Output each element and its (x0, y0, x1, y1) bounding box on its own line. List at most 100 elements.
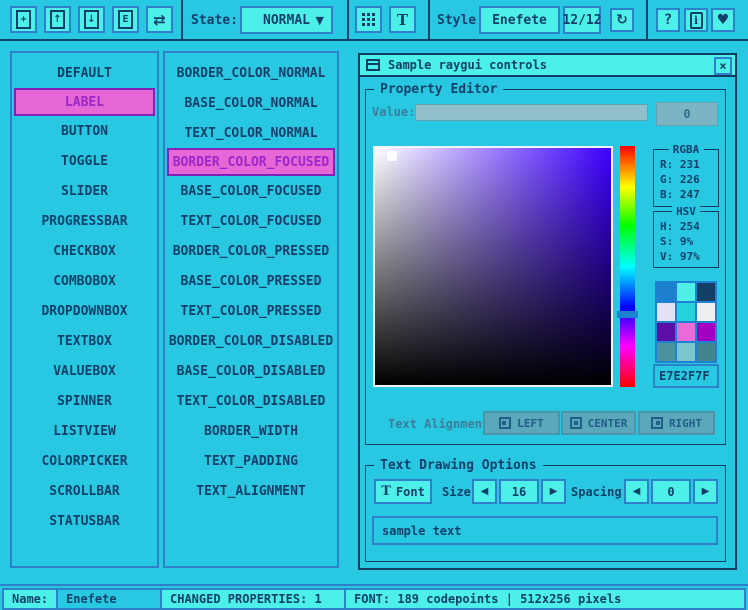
random-style-button[interactable]: ⇄ (146, 6, 173, 33)
color-swatch[interactable] (657, 283, 675, 301)
chevron-down-icon: ▼ (316, 14, 324, 27)
spacing-value-box[interactable]: 0 (651, 479, 691, 504)
controls-item-dropdownbox[interactable]: DROPDOWNBOX (12, 296, 157, 326)
property-item[interactable]: TEXT_COLOR_NORMAL (165, 118, 337, 148)
size-decrease-button[interactable]: ◀ (472, 479, 497, 504)
text-drawing-title: Text Drawing Options (374, 458, 543, 473)
window-titlebar[interactable]: Sample raygui controls × (360, 55, 735, 77)
toolbar-divider (181, 0, 183, 39)
property-item[interactable]: BORDER_WIDTH (165, 416, 337, 446)
color-swatch[interactable] (677, 323, 695, 341)
status-changed-properties: CHANGED PROPERTIES: 1 (160, 588, 346, 610)
property-item[interactable]: BASE_COLOR_PRESSED (165, 266, 337, 296)
controls-item-checkbox[interactable]: CHECKBOX (12, 236, 157, 266)
property-item[interactable]: TEXT_PADDING (165, 446, 337, 476)
new-style-button[interactable]: + (10, 6, 37, 33)
spacing-label: Spacing: (571, 485, 629, 499)
font-button[interactable]: T Font (374, 479, 432, 504)
arrow-right-icon: ▶ (702, 486, 710, 497)
hue-slider-handle[interactable] (617, 311, 638, 318)
controls-item-progressbar[interactable]: PROGRESSBAR (12, 206, 157, 236)
align-left-button[interactable]: LEFT (483, 411, 560, 435)
color-swatch[interactable] (657, 343, 675, 361)
controls-item-toggle[interactable]: TOGGLE (12, 146, 157, 176)
close-icon: × (719, 59, 726, 73)
arrow-left-icon: ◀ (481, 486, 489, 497)
color-picker-marker[interactable] (387, 151, 397, 161)
property-item[interactable]: BORDER_COLOR_PRESSED (165, 236, 337, 266)
about-button[interactable]: i (684, 8, 708, 32)
property-item[interactable]: BORDER_COLOR_NORMAL (165, 58, 337, 88)
align-right-button[interactable]: RIGHT (638, 411, 715, 435)
color-swatch[interactable] (657, 303, 675, 321)
size-increase-button[interactable]: ▶ (541, 479, 566, 504)
property-item[interactable]: TEXT_COLOR_FOCUSED (165, 206, 337, 236)
reload-style-button[interactable]: ↻ (610, 8, 634, 32)
controls-item-button[interactable]: BUTTON (12, 116, 157, 146)
controls-item-scrollbar[interactable]: SCROLLBAR (12, 476, 157, 506)
help-button[interactable]: ? (656, 8, 680, 32)
save-style-button[interactable]: ↓ (78, 6, 105, 33)
sponsor-button[interactable]: ♥ (711, 8, 735, 32)
hue-bar[interactable] (620, 146, 635, 387)
size-value-box[interactable]: 16 (499, 479, 539, 504)
controls-item-colorpicker[interactable]: COLORPICKER (12, 446, 157, 476)
rgba-group: RGBA R: 231 G: 226 B: 247 (653, 149, 719, 207)
property-item[interactable]: TEXT_COLOR_DISABLED (165, 386, 337, 416)
color-swatch[interactable] (697, 323, 715, 341)
style-label: Style: (437, 13, 484, 28)
controls-item-textbox[interactable]: TEXTBOX (12, 326, 157, 356)
statusbar: Name: Enefete CHANGED PROPERTIES: 1 FONT… (0, 584, 748, 610)
status-name-input[interactable]: Enefete (56, 588, 162, 610)
hex-value-input[interactable]: E7E2F7F (653, 364, 719, 388)
controls-table-button[interactable] (355, 6, 382, 33)
hsv-s-value: S: 9% (660, 234, 718, 249)
sample-text-value: sample text (382, 524, 461, 538)
property-item[interactable]: BASE_COLOR_FOCUSED (165, 176, 337, 206)
color-swatch[interactable] (677, 283, 695, 301)
property-item-selected[interactable]: BORDER_COLOR_FOCUSED (167, 148, 335, 176)
hsv-h-value: H: 254 (660, 219, 718, 234)
font-editor-button[interactable]: T (389, 6, 416, 33)
controls-item-slider[interactable]: SLIDER (12, 176, 157, 206)
info-icon: i (690, 12, 703, 29)
toolbar: + ↑ ↓ E ⇄ State: NORMAL ▼ T Style: E (0, 0, 748, 41)
property-item[interactable]: BASE_COLOR_NORMAL (165, 88, 337, 118)
controls-item-listview[interactable]: LISTVIEW (12, 416, 157, 446)
arrow-left-icon: ◀ (633, 486, 641, 497)
controls-item-valuebox[interactable]: VALUEBOX (12, 356, 157, 386)
property-item[interactable]: BASE_COLOR_DISABLED (165, 356, 337, 386)
controls-item-statusbar[interactable]: STATUSBAR (12, 506, 157, 536)
state-dropdown-value: NORMAL (263, 13, 310, 28)
color-picker-panel[interactable] (373, 146, 613, 387)
spacing-increase-button[interactable]: ▶ (693, 479, 718, 504)
file-export-icon: E (118, 10, 133, 29)
color-swatch[interactable] (697, 303, 715, 321)
property-item[interactable]: TEXT_ALIGNMENT (165, 476, 337, 506)
color-swatch[interactable] (697, 343, 715, 361)
color-swatch[interactable] (657, 323, 675, 341)
sample-text-input[interactable]: sample text (372, 516, 718, 545)
help-icon: ? (664, 12, 672, 28)
controls-item-combobox[interactable]: COMBOBOX (12, 266, 157, 296)
style-name-box[interactable]: Enefete (479, 6, 560, 34)
align-center-button[interactable]: CENTER (561, 411, 636, 435)
value-box[interactable]: 0 (656, 102, 718, 126)
value-slider[interactable] (415, 104, 648, 121)
state-dropdown[interactable]: NORMAL ▼ (240, 6, 333, 34)
controls-item-label[interactable]: LABEL (14, 88, 155, 116)
toolbar-divider (347, 0, 349, 39)
controls-item-spinner[interactable]: SPINNER (12, 386, 157, 416)
toolbar-divider (428, 0, 430, 39)
property-item[interactable]: TEXT_COLOR_PRESSED (165, 296, 337, 326)
spacing-decrease-button[interactable]: ◀ (624, 479, 649, 504)
property-item[interactable]: BORDER_COLOR_DISABLED (165, 326, 337, 356)
file-new-icon: + (16, 10, 31, 29)
color-swatch[interactable] (677, 303, 695, 321)
window-close-button[interactable]: × (714, 57, 732, 75)
open-style-button[interactable]: ↑ (44, 6, 71, 33)
controls-item-default[interactable]: DEFAULT (12, 58, 157, 88)
color-swatch[interactable] (677, 343, 695, 361)
color-swatch[interactable] (697, 283, 715, 301)
export-style-button[interactable]: E (112, 6, 139, 33)
